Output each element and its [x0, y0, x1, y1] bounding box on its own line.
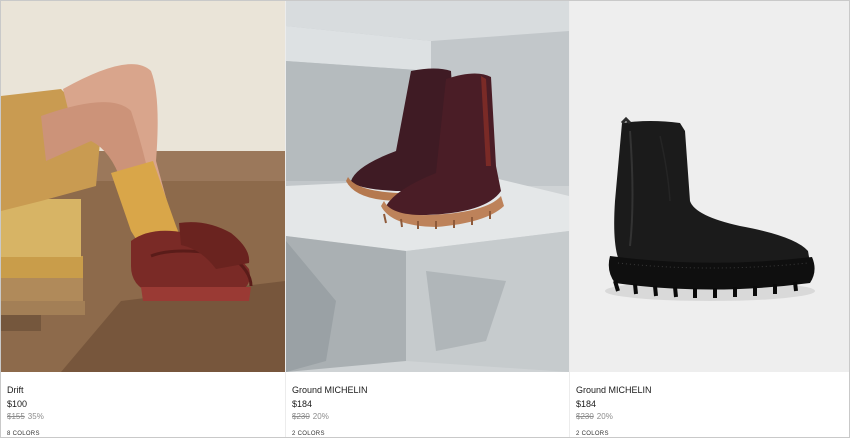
- product-card-ground-michelin-burgundy[interactable]: Ground MICHELIN $184 $230 20% 2 COLORS: [285, 1, 569, 437]
- product-name[interactable]: Ground MICHELIN: [292, 384, 563, 396]
- product-image-ground-michelin-burgundy[interactable]: [286, 1, 569, 372]
- product-grid-frame: Drift $100 $155 35% 8 COLORS Ground MICH…: [0, 0, 850, 438]
- product-discount: 20%: [596, 412, 613, 421]
- product-card-ground-michelin-black[interactable]: Ground MICHELIN $184 $230 20% 2 COLORS: [569, 1, 849, 437]
- product-color-count[interactable]: 8 COLORS: [7, 431, 40, 437]
- product-color-count[interactable]: 2 COLORS: [292, 431, 325, 437]
- product-price: $184: [292, 399, 313, 409]
- product-image-drift[interactable]: [1, 1, 285, 372]
- product-image-ground-michelin-black[interactable]: [570, 1, 849, 372]
- product-info: Drift $100 $155 35% 8 COLORS: [7, 384, 279, 437]
- product-discount: 20%: [312, 412, 329, 421]
- product-name[interactable]: Drift: [7, 384, 279, 396]
- product-info: Ground MICHELIN $184 $230 20% 2 COLORS: [292, 384, 563, 437]
- product-info: Ground MICHELIN $184 $230 20% 2 COLORS: [576, 384, 847, 437]
- product-card-drift[interactable]: Drift $100 $155 35% 8 COLORS: [1, 1, 285, 437]
- product-original-price-row: $155 35%: [7, 411, 279, 422]
- product-price: $184: [576, 399, 597, 409]
- product-original-price: $230: [576, 412, 594, 421]
- product-grid: Drift $100 $155 35% 8 COLORS Ground MICH…: [1, 1, 849, 437]
- product-price: $100: [7, 399, 28, 409]
- product-discount: 35%: [27, 412, 44, 421]
- product-name[interactable]: Ground MICHELIN: [576, 384, 847, 396]
- product-original-price: $230: [292, 412, 310, 421]
- product-original-price-row: $230 20%: [576, 411, 847, 422]
- product-original-price-row: $230 20%: [292, 411, 563, 422]
- product-original-price: $155: [7, 412, 25, 421]
- product-color-count[interactable]: 2 COLORS: [576, 431, 609, 437]
